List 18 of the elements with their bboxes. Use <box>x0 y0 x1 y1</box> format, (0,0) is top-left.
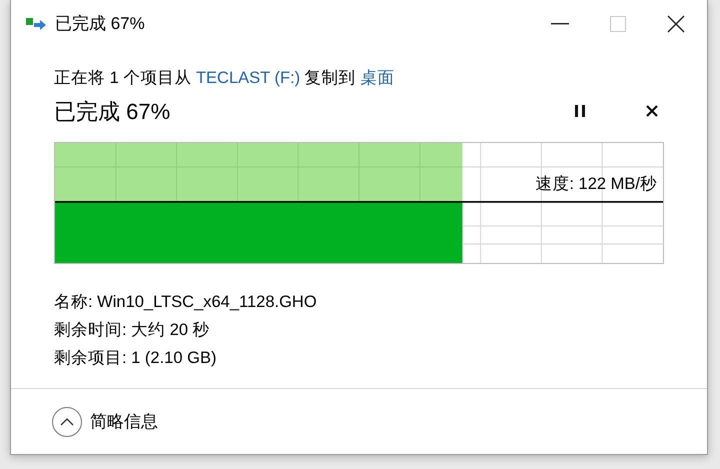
pause-icon <box>575 105 585 118</box>
copy-description: 正在将 1 个项目从 TECLAST (F:) 复制到 桌面 <box>54 68 396 89</box>
maximize-icon <box>610 16 626 32</box>
progress-status: 已完成 67% <box>54 98 170 126</box>
close-icon <box>667 15 685 33</box>
copy-icon <box>25 15 47 33</box>
window-title: 已完成 67% <box>55 13 145 36</box>
detail-line: 名称: Win10_LTSC_x64_1128.GHO <box>54 292 317 313</box>
destination-link[interactable]: 桌面 <box>360 69 394 87</box>
close-icon <box>646 105 658 118</box>
chevron-icon <box>59 416 75 426</box>
details-toggle-button[interactable] <box>52 406 82 436</box>
source-link[interactable]: TECLAST (F:) <box>196 69 300 87</box>
speed-label: 速度: 122 MB/秒 <box>535 174 657 195</box>
details-toggle-label[interactable]: 简略信息 <box>90 408 158 434</box>
detail-line: 剩余项目: 1 (2.10 GB) <box>54 348 216 369</box>
minimize-icon <box>551 23 569 25</box>
detail-line: 剩余时间: 大约 20 秒 <box>54 320 210 341</box>
